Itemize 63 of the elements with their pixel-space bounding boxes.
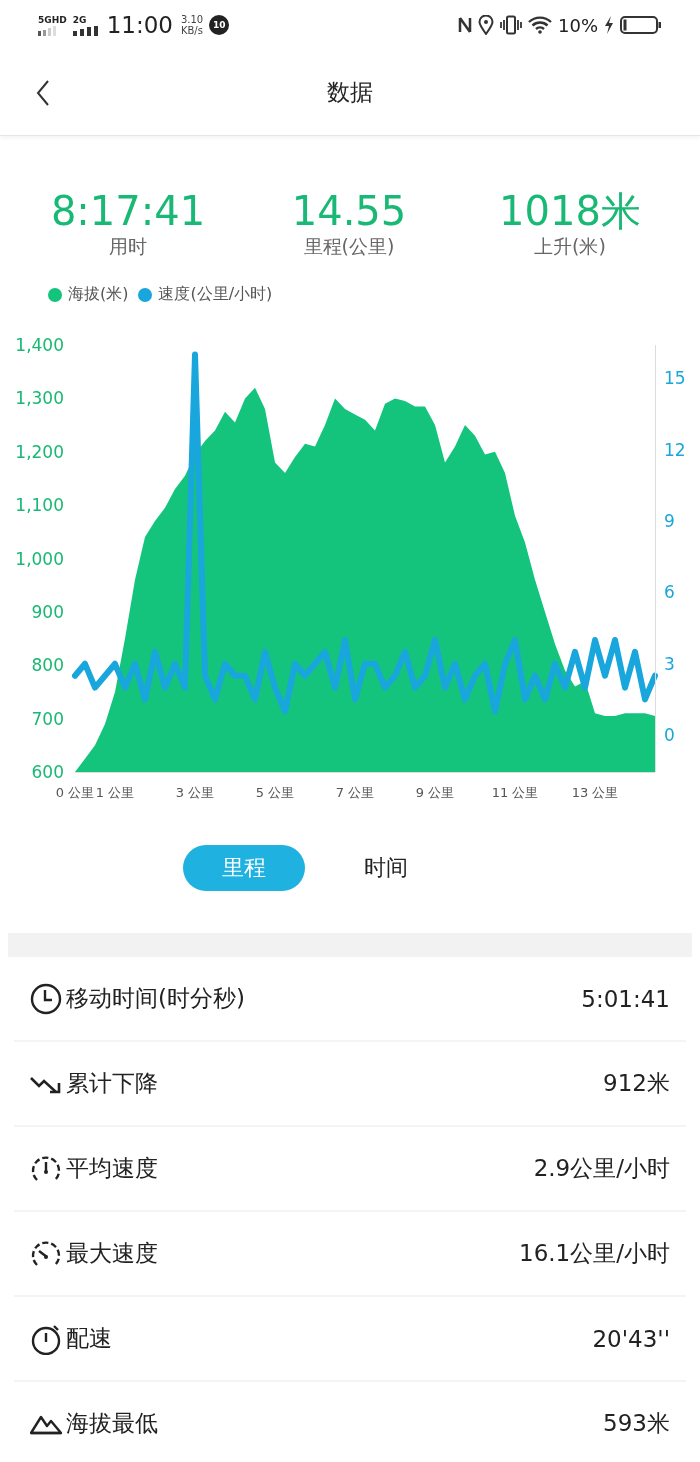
summary-value: 8:17:41 [50,188,206,234]
page-title: 数据 [327,78,373,107]
network-label: 2G [72,14,87,25]
axis-label: 11 公里 [491,785,539,800]
axis-label: 900 [31,601,64,622]
network-label: 5GHD [38,14,67,25]
summary-label: 上升(米) [534,234,606,259]
axis-label: 0 公里 [55,785,95,800]
stat-value: 912米 [603,1069,670,1098]
axis-label: 1,000 [15,548,64,569]
wifi-icon [528,16,552,34]
stat-label: 最大速度 [66,1239,159,1268]
axis-label: 7 公里 [335,785,375,800]
network-speed-unit: KB/s [180,25,204,36]
stat-label: 移动时间(时分秒) [66,984,246,1013]
axis-label: 0 [664,725,675,746]
stat-label: 配速 [66,1324,113,1353]
signal-icon [38,25,58,36]
battery-percent: 10% [558,14,598,36]
axis-label: 3 [664,653,675,674]
stat-value: 2.9公里/小时 [533,1154,670,1183]
stat-value: 593米 [603,1409,670,1438]
legend-label: 海拔(米) [68,284,129,305]
stopwatch-icon [30,1322,62,1355]
summary-value: 14.55 [291,188,407,234]
axis-label: 1,400 [15,335,64,355]
vibrate-icon [500,15,522,35]
axis-label: 9 [664,511,675,532]
tab[interactable]: 时间 [325,845,447,891]
legend-label: 速度(公里/小时) [158,284,273,305]
summary-value: 1018米 [499,188,641,234]
stat-value: 16.1公里/小时 [519,1239,670,1268]
stat-label: 海拔最低 [66,1409,159,1438]
axis-label: 600 [31,762,64,782]
signal-icon [72,25,99,36]
axis-label: 13 公里 [571,785,619,800]
location-icon [478,15,494,35]
axis-label: 1 公里 [95,785,135,800]
axis-label: 15 [664,368,686,389]
stat-label: 平均速度 [66,1154,159,1183]
axis-label: 1,200 [15,441,64,462]
charging-icon [604,16,614,34]
axis-label: 1,300 [15,388,64,409]
summary-label: 里程(公里) [303,234,395,259]
axis-label: 1,100 [15,495,64,516]
axis-label: 3 公里 [175,785,215,800]
summary-label: 用时 [109,234,147,259]
axis-label: 700 [31,708,64,729]
back-icon [36,80,50,106]
axis-label: 9 公里 [415,785,455,800]
axis-label: 800 [31,655,64,676]
nfc-icon [458,15,472,35]
axis-label: 6 [664,582,675,603]
stat-label: 累计下降 [66,1069,159,1098]
clock-icon [30,982,62,1015]
axis-label: 12 [664,439,686,460]
axis-label: 5 公里 [255,785,295,800]
battery-icon [620,15,662,35]
stat-value: 20'43'' [592,1325,670,1352]
notification-badge: 10 [209,15,230,35]
network-speed: 3.10 [180,14,204,25]
status-time: 11:00 [106,12,173,38]
stat-value: 5:01:41 [581,985,670,1012]
